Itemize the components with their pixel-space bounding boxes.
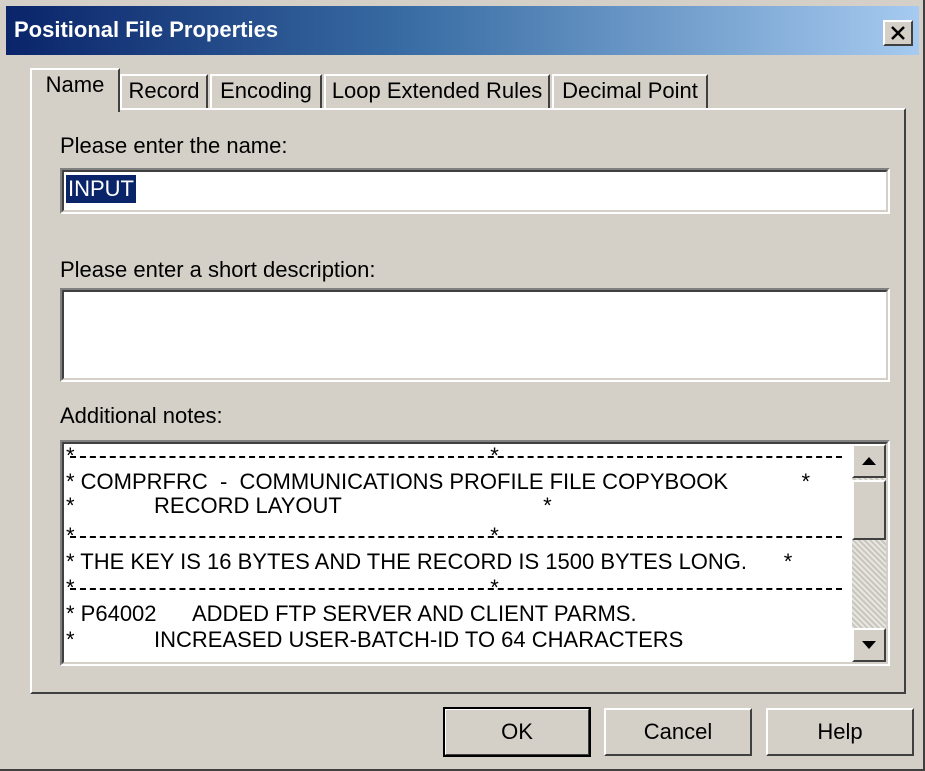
description-label: Please enter a short description: (60, 257, 376, 282)
ok-button-label: OK (501, 719, 533, 744)
notes-line: * * (66, 523, 499, 548)
description-input[interactable] (60, 288, 890, 382)
scroll-up-button[interactable] (852, 444, 886, 478)
scroll-down-button[interactable] (852, 628, 886, 662)
window-title: Positional File Properties (14, 17, 279, 42)
notes-line: * INCREASED USER-BATCH-ID TO 64 CHARACTE… (66, 627, 684, 652)
tab-label: Encoding (220, 78, 312, 103)
name-input-value: INPUT (66, 175, 136, 203)
notes-line: * * (66, 575, 499, 600)
tab-label: Name (45, 72, 105, 97)
scroll-thumb[interactable] (852, 480, 886, 540)
ok-button[interactable]: OK (443, 707, 591, 757)
notes-line: * * (66, 443, 499, 468)
tab-loop-extended-rules[interactable]: Loop Extended Rules (324, 74, 550, 110)
tab-label: Record (128, 78, 200, 103)
tab-record[interactable]: Record (120, 74, 208, 110)
cancel-button-label: Cancel (643, 719, 713, 744)
description-input-border (62, 290, 888, 380)
close-icon (891, 26, 905, 40)
title-bar[interactable]: Positional File Properties (6, 6, 919, 55)
close-button[interactable] (883, 20, 913, 46)
dialog-window: Positional File Properties Name Record E… (0, 0, 925, 771)
tab-name[interactable]: Name (30, 68, 120, 112)
tab-decimal-point[interactable]: Decimal Point (552, 74, 708, 110)
tab-label: Loop Extended Rules (331, 78, 543, 103)
notes-label: Additional notes: (60, 403, 223, 428)
help-button-label: Help (817, 719, 863, 744)
triangle-up-icon (862, 457, 876, 465)
tab-encoding[interactable]: Encoding (210, 74, 322, 110)
notes-line: * RECORD LAYOUT * (66, 493, 552, 518)
notes-line: * THE KEY IS 16 BYTES AND THE RECORD IS … (66, 549, 793, 574)
notes-line: * P64002 ADDED FTP SERVER AND CLIENT PAR… (66, 601, 637, 626)
tab-label: Decimal Point (562, 78, 698, 103)
notes-textarea[interactable]: * * * COMPRFRC - COMMUNICATIONS PROFILE … (60, 440, 890, 666)
cancel-button[interactable]: Cancel (604, 708, 752, 756)
name-label: Please enter the name: (60, 133, 288, 158)
notes-scrollbar[interactable] (852, 444, 886, 662)
name-input[interactable]: INPUT (60, 168, 890, 214)
triangle-down-icon (862, 641, 876, 649)
notes-content: * * * COMPRFRC - COMMUNICATIONS PROFILE … (66, 442, 856, 660)
tab-panel-name: Please enter the name: INPUT Please ente… (30, 108, 906, 694)
name-input-border (62, 170, 888, 212)
help-button[interactable]: Help (766, 708, 914, 756)
